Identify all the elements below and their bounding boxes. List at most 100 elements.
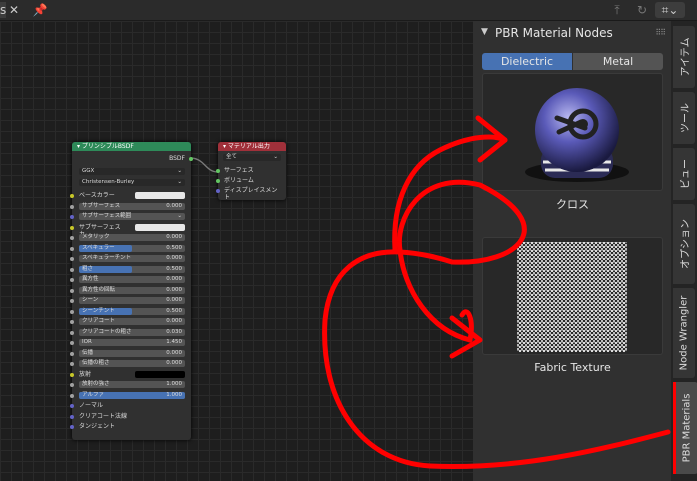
bsdf-input-socket[interactable] <box>70 414 74 419</box>
bsdf-field-value: 1.450 <box>166 339 182 345</box>
vtab-options[interactable]: オプション <box>673 204 695 284</box>
bsdf-field-label: シーン <box>82 297 99 303</box>
bsdf-input-row: スペキュラーチント 0.000 <box>70 255 191 262</box>
bsdf-field-value: 0.000 <box>166 297 182 303</box>
vtab-tool[interactable]: ツール <box>673 92 695 144</box>
distribution-dropdown[interactable]: GGX ⌄ <box>79 168 185 175</box>
parent-node-tree-icon[interactable]: ⤒ <box>608 2 626 18</box>
bsdf-input-socket[interactable] <box>70 362 74 366</box>
bsdf-input-socket[interactable] <box>70 246 74 251</box>
bsdf-input-socket[interactable] <box>70 204 74 209</box>
subsurface-method-dropdown[interactable]: Christensen-Burley ⌄ <box>79 179 185 186</box>
bsdf-field-label: クリアコート <box>82 318 116 324</box>
vtab-node-wrangler[interactable]: Node Wrangler <box>673 288 695 378</box>
bsdf-input-socket[interactable] <box>70 257 74 261</box>
bsdf-input-socket[interactable] <box>70 309 74 314</box>
material-output-node[interactable]: ▾ マテリアル出力 全て ⌄ サーフェス ボリューム ディスプレイスメント <box>216 142 286 201</box>
surface-socket[interactable] <box>216 169 220 173</box>
bsdf-input-socket[interactable] <box>70 236 74 240</box>
tab-dielectric[interactable]: Dielectric <box>482 53 572 70</box>
tab-metal[interactable]: Metal <box>573 53 663 70</box>
bsdf-value-field[interactable]: IOR 1.450 <box>79 339 185 346</box>
bsdf-input-socket[interactable] <box>70 288 74 293</box>
panel-title[interactable]: PBR Material Nodes <box>495 26 613 40</box>
bsdf-input-row: 異方性の回転 0.000 <box>70 286 191 294</box>
bsdf-input-socket[interactable] <box>70 267 74 272</box>
bsdf-field-label: メタリック <box>82 234 110 240</box>
bsdf-field-value: 1.000 <box>166 391 182 398</box>
bsdf-input-socket[interactable] <box>70 330 74 335</box>
bsdf-dropdown-field[interactable]: サブサーフェス範囲 ⌄ <box>79 213 185 220</box>
bsdf-input-socket[interactable] <box>70 383 74 387</box>
bsdf-field-label: スペキュラー <box>82 244 115 251</box>
bsdf-input-socket[interactable] <box>70 278 74 282</box>
bsdf-input-socket[interactable] <box>70 225 74 230</box>
bsdf-input-socket[interactable] <box>70 320 74 324</box>
material-preview-cloth[interactable] <box>482 73 663 191</box>
bsdf-input-row: IOR 1.450 <box>70 339 191 346</box>
bsdf-value-field[interactable]: 放射の強さ 1.000 <box>79 381 185 388</box>
bsdf-value-field[interactable]: アルファ 1.000 <box>79 391 185 399</box>
bsdf-field-value: 0.000 <box>166 360 182 366</box>
bsdf-value-field[interactable]: スペキュラー 0.500 <box>79 244 185 252</box>
pin-icon[interactable]: 📌 <box>32 2 48 18</box>
bsdf-value-field[interactable]: 伝播の粗さ 0.000 <box>79 360 185 367</box>
bsdf-field-label: サブサーフェス <box>82 202 121 209</box>
bsdf-value-field[interactable]: クリアコート 0.000 <box>79 318 185 325</box>
fabric-texture-thumbnail <box>517 242 627 352</box>
bsdf-input-socket[interactable] <box>70 425 74 429</box>
bsdf-input-row: 伝播の粗さ 0.000 <box>70 360 191 367</box>
output-target-dropdown[interactable]: 全て ⌄ <box>223 154 281 161</box>
bsdf-value-field[interactable]: メタリック 0.000 <box>79 234 185 241</box>
bsdf-node-header[interactable]: ▾ プリンシプルBSDF <box>72 142 191 151</box>
cloth-material-thumbnail <box>525 88 629 182</box>
bsdf-input-socket[interactable] <box>70 215 74 219</box>
snap-grid-icon[interactable]: ⌗⌄ <box>655 2 685 18</box>
bsdf-input-socket[interactable] <box>70 404 74 408</box>
bsdf-input-socket[interactable] <box>70 351 74 356</box>
displacement-socket[interactable] <box>216 189 220 193</box>
bsdf-color-swatch[interactable] <box>135 192 185 199</box>
output-node-header[interactable]: ▾ マテリアル出力 <box>218 142 286 151</box>
bsdf-output-socket[interactable] <box>189 157 193 161</box>
collapse-panel-icon[interactable]: ▼ <box>481 27 488 37</box>
bsdf-input-socket[interactable] <box>70 194 74 198</box>
bsdf-field-value: 0.000 <box>166 286 182 293</box>
bsdf-input-socket[interactable] <box>70 372 74 377</box>
bsdf-field-label: シーンチント <box>82 307 115 314</box>
bsdf-input-socket[interactable] <box>70 341 74 345</box>
bsdf-value-field[interactable]: 異方性の回転 0.000 <box>79 286 185 294</box>
output-input-surface: サーフェス <box>216 167 280 174</box>
bsdf-field-label: スペキュラーチント <box>82 255 132 261</box>
bsdf-value-field[interactable]: シーンチント 0.500 <box>79 307 185 315</box>
bsdf-value-field[interactable]: サブサーフェス 0.000 <box>79 202 185 210</box>
bsdf-value-field[interactable]: シーン 0.000 <box>79 297 185 304</box>
principled-bsdf-node[interactable]: ▾ プリンシプルBSDF BSDF GGX ⌄ Christensen-Burle… <box>70 142 193 440</box>
bsdf-color-swatch[interactable] <box>135 223 185 231</box>
bsdf-field-value: 1.000 <box>166 381 182 387</box>
vtab-pbr-materials[interactable]: PBR Materials <box>673 382 697 474</box>
bsdf-field-value: 0.500 <box>166 244 182 251</box>
bsdf-field-label: 粗さ <box>82 265 94 272</box>
bsdf-value-field[interactable]: クリアコートの粗さ 0.030 <box>79 328 185 336</box>
bsdf-color-swatch[interactable] <box>135 370 185 378</box>
node-editor-canvas[interactable] <box>0 21 473 481</box>
vtab-view[interactable]: ビュー <box>673 148 695 200</box>
bsdf-field-label: 放射の強さ <box>82 381 110 387</box>
bsdf-value-field[interactable]: 伝播 0.000 <box>79 349 185 357</box>
panel-drag-handle-icon[interactable]: ⠿⠿ <box>655 28 666 37</box>
volume-socket[interactable] <box>216 179 220 183</box>
bsdf-input-socket[interactable] <box>70 299 74 303</box>
bsdf-field-value: 0.500 <box>166 307 182 314</box>
close-icon[interactable]: ✕ <box>6 2 22 18</box>
bsdf-value-field[interactable]: スペキュラーチント 0.000 <box>79 255 185 262</box>
snap-icon[interactable]: ↻ <box>633 2 651 18</box>
vtab-item[interactable]: アイテム <box>673 26 695 88</box>
bsdf-input-row: 異方性 0.000 <box>70 276 191 283</box>
bsdf-input-socket[interactable] <box>70 393 74 398</box>
bsdf-field-value: 0.000 <box>166 276 182 282</box>
bsdf-value-field[interactable]: 粗さ 0.500 <box>79 265 185 273</box>
bsdf-value-field[interactable]: 異方性 0.000 <box>79 276 185 283</box>
material-preview-fabric-texture[interactable] <box>482 237 663 355</box>
sidebar-vertical-tabs: アイテム ツール ビュー オプション Node Wrangler PBR Mat… <box>671 21 697 481</box>
